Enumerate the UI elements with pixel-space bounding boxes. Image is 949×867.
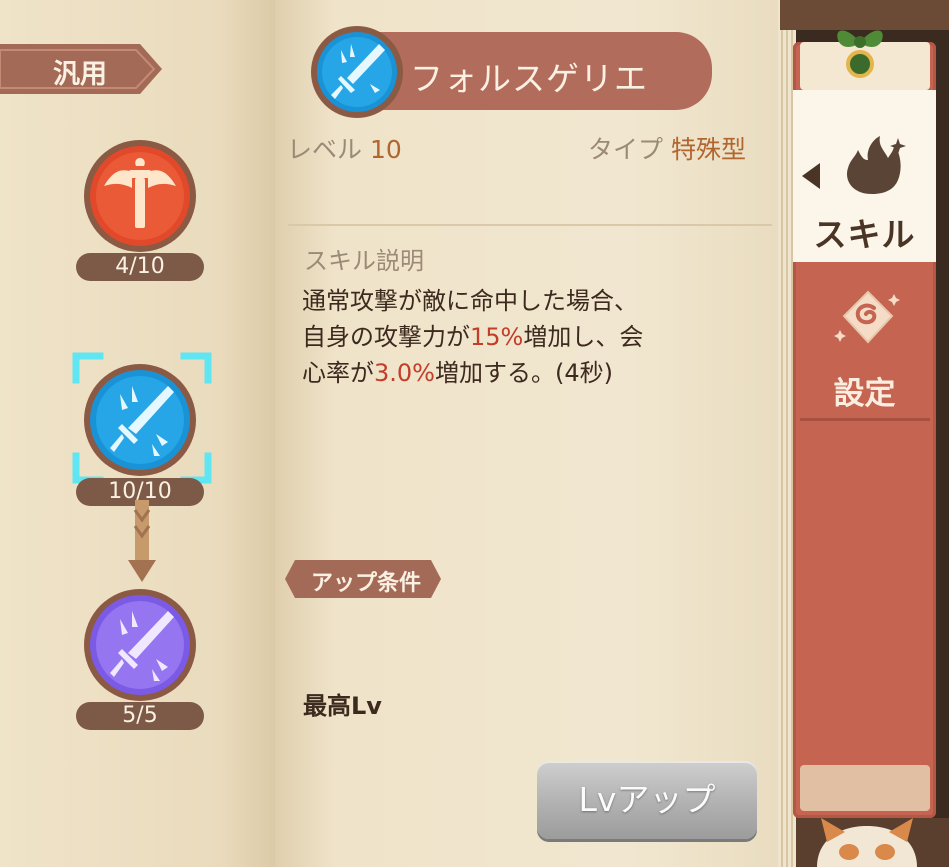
- skill-type-value: 特殊型: [670, 135, 746, 164]
- description-title: スキル説明: [304, 247, 424, 275]
- ribbon-icon: [837, 30, 883, 48]
- description-line-2c: 増加し、会: [523, 323, 644, 351]
- description-line-1: 通常攻撃が敵に命中した場合、: [302, 287, 638, 315]
- upgrade-condition-label: アップ条件: [310, 571, 421, 596]
- skill-name: フォルスゲリエ: [410, 59, 648, 98]
- crit-bonus-value: 3.0%: [374, 359, 435, 387]
- skill-level-value: 10: [369, 135, 402, 164]
- upgrade-condition-value: 最高Lv: [303, 692, 382, 720]
- skill-level-label: レベル: [287, 135, 363, 164]
- skill-level: レベル 10: [287, 130, 402, 166]
- skill-type: タイプ 特殊型: [588, 130, 746, 166]
- mascot-icon: [817, 818, 917, 867]
- active-tab-arrow-icon: [802, 163, 820, 189]
- sword-shards-icon: [311, 26, 403, 118]
- attack-bonus-value: 15%: [470, 323, 524, 351]
- tab-skill-label: スキル: [813, 215, 916, 254]
- category-label-text: 汎用: [53, 59, 107, 90]
- tab-divider: [800, 418, 930, 421]
- description-body: 通常攻撃が敵に命中した場合、 自身の攻撃力が15%増加し、会 心率が3.0%増加…: [302, 283, 722, 391]
- skill-flame-icon: [847, 136, 906, 194]
- description-line-2a: 自身の攻撃力が: [302, 323, 470, 351]
- tab-footer-ornament: [800, 765, 930, 811]
- skill-count-1: 4/10: [76, 253, 204, 281]
- tree-connector-icon: [128, 500, 156, 582]
- skill-type-label: タイプ: [588, 135, 664, 164]
- tab-settings-label[interactable]: 設定: [793, 368, 936, 413]
- skill-node-3[interactable]: [82, 587, 198, 703]
- category-label: 汎用: [0, 40, 165, 98]
- skill-node-1[interactable]: [82, 138, 198, 254]
- description-line-3a: 心率が: [302, 359, 374, 387]
- level-up-button[interactable]: Lvアップ: [537, 761, 757, 839]
- description-line-3c: 増加する。(4秒): [434, 359, 613, 387]
- settings-spiral-icon[interactable]: [830, 286, 906, 352]
- upgrade-condition-tag: アップ条件: [283, 558, 443, 600]
- divider: [288, 224, 772, 226]
- skill-count-3: 5/5: [76, 702, 204, 730]
- skill-node-2[interactable]: [82, 362, 198, 478]
